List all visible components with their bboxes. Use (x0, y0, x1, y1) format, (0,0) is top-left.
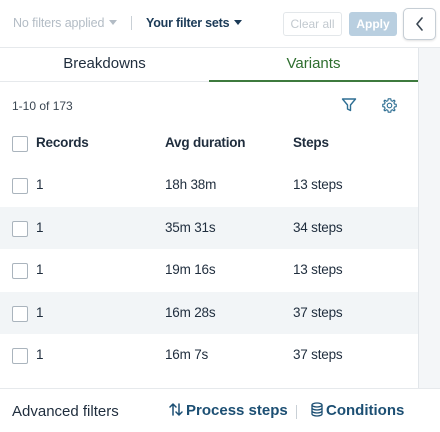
records-cell: 1 (36, 219, 44, 235)
conditions-label: Conditions (326, 402, 405, 419)
table-row[interactable]: 1 16m 7s 37 steps (0, 334, 418, 377)
steps-cell: 37 steps (293, 347, 343, 362)
steps-cell: 13 steps (293, 177, 343, 192)
row-checkbox[interactable] (12, 348, 28, 364)
avg-duration-cell: 16m 28s (165, 304, 216, 320)
advanced-filters-label: Advanced filters (12, 403, 119, 420)
records-cell: 1 (36, 262, 44, 277)
row-checkbox[interactable] (12, 220, 28, 237)
filter-bar: No filters applied Your filter sets Clea… (0, 0, 440, 48)
caret-down-icon (109, 20, 118, 25)
table-row[interactable]: 1 18h 38m 13 steps (0, 164, 418, 207)
apply-button[interactable]: Apply (349, 12, 397, 36)
column-header-steps[interactable]: Steps (293, 135, 329, 150)
select-all-checkbox[interactable] (12, 136, 28, 152)
divider (131, 16, 132, 30)
sort-arrows-icon (169, 403, 183, 416)
filter-sets-dropdown[interactable]: Your filter sets (146, 16, 243, 30)
tab-breakdowns[interactable]: Breakdowns (0, 48, 209, 82)
tab-bar: Breakdowns Variants (0, 48, 418, 82)
divider (296, 405, 297, 419)
process-steps-label: Process steps (186, 402, 288, 419)
no-filters-label: No filters applied (13, 16, 105, 30)
collapse-panel-button[interactable] (403, 8, 436, 40)
pagination-range: 1-10 of 173 (12, 99, 73, 113)
row-checkbox[interactable] (12, 263, 28, 279)
row-checkbox[interactable] (12, 178, 28, 194)
records-cell: 1 (36, 304, 44, 320)
avg-duration-cell: 18h 38m (165, 177, 217, 192)
steps-cell: 37 steps (293, 304, 343, 320)
no-filters-dropdown[interactable]: No filters applied (13, 16, 118, 30)
steps-cell: 34 steps (293, 219, 343, 235)
caret-down-icon (234, 20, 243, 25)
chevron-left-icon (416, 17, 423, 31)
column-header-avg-duration[interactable]: Avg duration (165, 135, 246, 150)
avg-duration-cell: 35m 31s (165, 219, 216, 235)
table-row[interactable]: 1 19m 16s 13 steps (0, 249, 418, 292)
avg-duration-cell: 19m 16s (165, 262, 216, 277)
column-header-records[interactable]: Records (36, 135, 89, 150)
filter-icon[interactable] (341, 97, 357, 118)
table-row[interactable]: 1 16m 28s 37 steps (0, 291, 418, 334)
footer-bar: Advanced filters Process steps Condition… (0, 388, 440, 432)
gear-icon[interactable] (381, 97, 398, 119)
row-checkbox[interactable] (12, 305, 28, 322)
records-cell: 1 (36, 347, 44, 362)
filter-sets-label: Your filter sets (146, 16, 230, 30)
tab-variants[interactable]: Variants (209, 48, 418, 82)
table-header: Records Avg duration Steps (0, 122, 418, 162)
records-cell: 1 (36, 177, 44, 192)
database-icon (311, 402, 323, 417)
clear-all-button[interactable]: Clear all (283, 12, 342, 36)
conditions-button[interactable]: Conditions (311, 402, 404, 419)
process-steps-button[interactable]: Process steps (169, 402, 288, 419)
table-row[interactable]: 1 35m 31s 34 steps (0, 206, 418, 249)
avg-duration-cell: 16m 7s (165, 347, 209, 362)
panel-edge (418, 0, 440, 432)
steps-cell: 13 steps (293, 262, 343, 277)
